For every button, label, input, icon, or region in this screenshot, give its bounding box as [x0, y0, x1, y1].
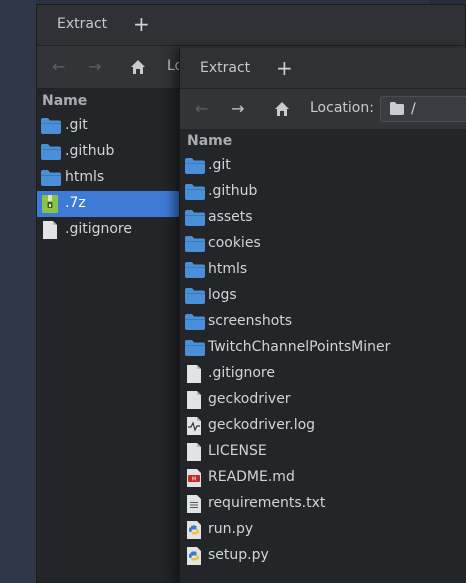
file-name: .github — [208, 183, 258, 199]
folder-icon — [41, 144, 61, 160]
list-item[interactable]: cookies — [180, 231, 466, 257]
file-name: setup.py — [208, 547, 269, 563]
file-name: TwitchChannelPointsMiner — [208, 339, 391, 355]
archive-icon — [41, 195, 59, 213]
list-item[interactable]: screenshots — [180, 309, 466, 335]
location-label: Location: — [310, 100, 374, 116]
folder-icon — [185, 340, 205, 356]
toolbar: ← → Location: / — [180, 89, 466, 130]
list-item[interactable]: logs — [180, 283, 466, 309]
file-name: htmls — [65, 169, 105, 185]
new-tab-button[interactable]: + — [276, 58, 293, 78]
file-name: requirements.txt — [208, 495, 326, 511]
file-name: geckodriver — [208, 391, 291, 407]
file-name: htmls — [208, 261, 248, 277]
list-item[interactable]: .github — [37, 139, 183, 165]
window-title: Extract — [57, 16, 108, 32]
folder-icon — [390, 102, 404, 115]
file-name: .github — [65, 143, 115, 159]
file-name: cookies — [208, 235, 261, 251]
text-file-icon — [185, 365, 203, 383]
list-item[interactable]: .gitignore — [180, 361, 466, 387]
list-item[interactable]: .7z — [37, 191, 183, 217]
extract-window-front[interactable]: Extract + ← → Location: / Name .git .gith… — [179, 48, 466, 583]
binary-file-icon — [185, 391, 203, 409]
column-header-name[interactable]: Name — [187, 133, 232, 149]
text-lines-file-icon — [185, 495, 203, 513]
location-path: / — [411, 101, 416, 117]
folder-icon — [185, 262, 205, 278]
forward-arrow-icon[interactable]: → — [231, 101, 244, 117]
file-name: .7z — [65, 195, 86, 211]
log-file-icon — [185, 417, 203, 435]
file-name: geckodriver.log — [208, 417, 316, 433]
svg-text:M: M — [192, 477, 196, 483]
list-item[interactable]: geckodriver — [180, 387, 466, 413]
file-name: LICENSE — [208, 443, 267, 459]
list-item[interactable]: assets — [180, 205, 466, 231]
python-file-icon — [185, 521, 203, 539]
location-field[interactable]: / — [380, 96, 466, 122]
list-item[interactable]: LICENSE — [180, 439, 466, 465]
list-item[interactable]: htmls — [37, 165, 183, 191]
text-file-icon — [41, 221, 59, 239]
list-item[interactable]: setup.py — [180, 543, 466, 569]
headerbar: Extract + — [180, 48, 466, 89]
markdown-file-icon: M — [185, 469, 203, 487]
folder-icon — [41, 170, 61, 186]
file-name: logs — [208, 287, 237, 303]
folder-icon — [185, 158, 205, 174]
home-icon[interactable] — [130, 59, 146, 75]
desktop-background — [0, 0, 36, 583]
list-item[interactable]: .gitignore — [37, 217, 183, 243]
list-item[interactable]: geckodriver.log — [180, 413, 466, 439]
file-name: .git — [65, 117, 88, 133]
file-name: .gitignore — [208, 365, 275, 381]
folder-icon — [185, 314, 205, 330]
window-title: Extract — [200, 60, 251, 76]
folder-icon — [185, 210, 205, 226]
list-item[interactable]: .github — [180, 179, 466, 205]
file-name: screenshots — [208, 313, 293, 329]
headerbar: Extract + — [37, 5, 465, 46]
file-list[interactable]: Name .git .github htmls .7z .gitignore — [37, 89, 183, 582]
text-file-icon — [185, 443, 203, 461]
list-item[interactable]: .git — [37, 113, 183, 139]
file-name: .git — [208, 157, 231, 173]
list-item[interactable]: M README.md — [180, 465, 466, 491]
column-header-name[interactable]: Name — [42, 93, 87, 109]
file-name: run.py — [208, 521, 254, 537]
folder-icon — [41, 118, 61, 134]
list-item[interactable]: htmls — [180, 257, 466, 283]
home-icon[interactable] — [274, 101, 290, 117]
python-file-icon — [185, 547, 203, 565]
file-name: .gitignore — [65, 221, 132, 237]
list-item[interactable]: .git — [180, 153, 466, 179]
back-arrow-icon[interactable]: ← — [195, 101, 208, 117]
list-item[interactable]: TwitchChannelPointsMiner — [180, 335, 466, 361]
folder-icon — [185, 236, 205, 252]
file-name: README.md — [208, 469, 295, 485]
list-item[interactable]: run.py — [180, 517, 466, 543]
folder-icon — [185, 184, 205, 200]
forward-arrow-icon[interactable]: → — [88, 59, 101, 75]
back-arrow-icon[interactable]: ← — [52, 59, 65, 75]
new-tab-button[interactable]: + — [133, 14, 150, 34]
file-name: assets — [208, 209, 253, 225]
list-item[interactable]: requirements.txt — [180, 491, 466, 517]
folder-icon — [185, 288, 205, 304]
file-list[interactable]: Name .git .github assets cookies htmls logs sc… — [180, 129, 466, 583]
